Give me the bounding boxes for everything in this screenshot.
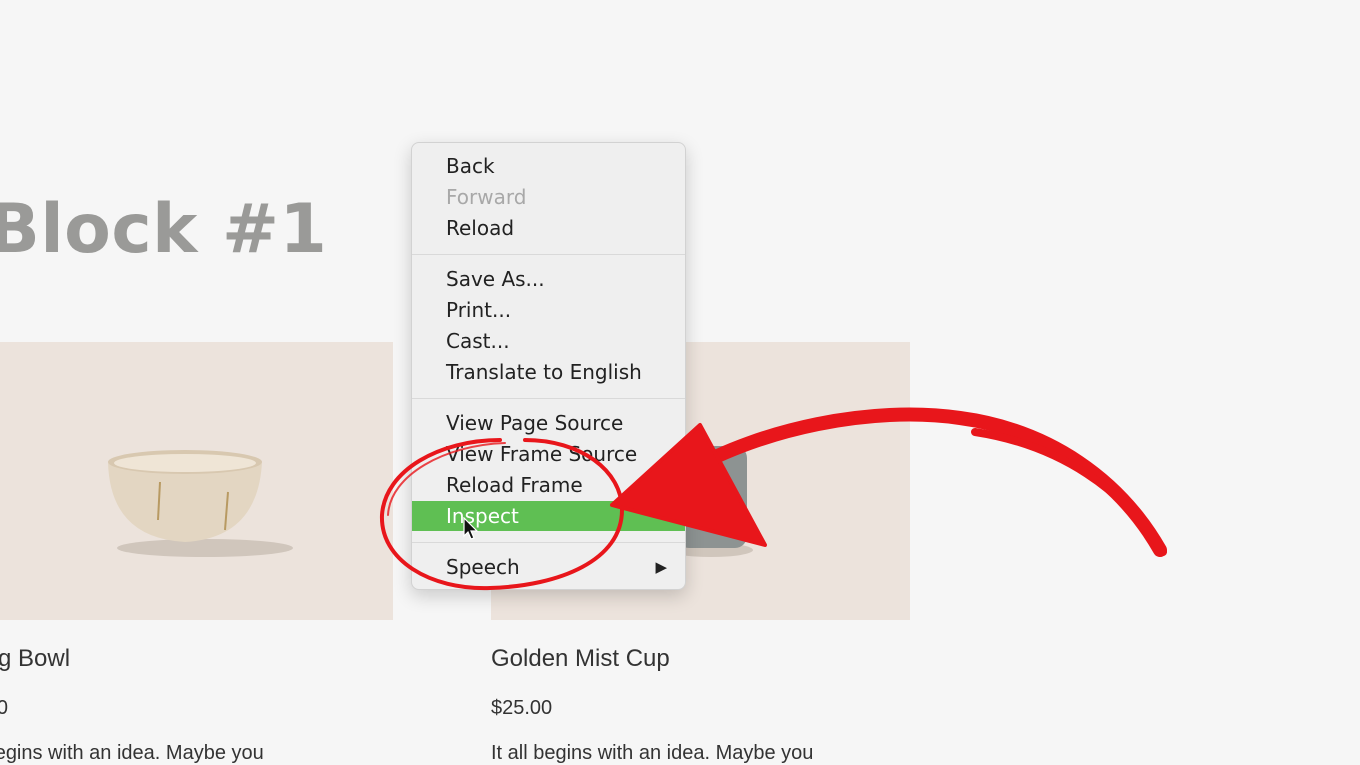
menu-item-print[interactable]: Print... [412, 295, 685, 325]
menu-item-translate[interactable]: Translate to English [412, 357, 685, 387]
menu-item-save-as[interactable]: Save As... [412, 264, 685, 294]
context-menu: Back Forward Reload Save As... Print... … [411, 142, 686, 590]
product-title-cup[interactable]: Golden Mist Cup [491, 645, 670, 673]
product-price-cup: $25.00 [491, 697, 553, 719]
bowl-image [108, 450, 293, 557]
product-description-cup: It all begins with an idea. Maybe you [491, 742, 814, 764]
menu-item-speech-label: Speech [446, 555, 520, 579]
product-image-bowl[interactable] [0, 342, 393, 620]
menu-item-inspect[interactable]: Inspect [412, 501, 685, 531]
page-heading: Block #1 [0, 190, 328, 269]
triangle-right-icon: ▶ [655, 558, 667, 576]
menu-item-cast[interactable]: Cast... [412, 326, 685, 356]
menu-item-view-page-source[interactable]: View Page Source [412, 408, 685, 438]
product-price-bowl: 25.00 [0, 697, 9, 719]
menu-item-reload[interactable]: Reload [412, 213, 685, 243]
menu-separator [412, 398, 685, 399]
menu-item-view-frame-source[interactable]: View Frame Source [412, 439, 685, 469]
menu-item-speech[interactable]: Speech ▶ [412, 552, 685, 582]
product-title-bowl[interactable]: oring Bowl [0, 645, 70, 673]
menu-separator [412, 542, 685, 543]
menu-item-forward: Forward [446, 185, 527, 209]
menu-separator [412, 254, 685, 255]
menu-item-back[interactable]: Back [412, 151, 685, 181]
menu-item-reload-frame[interactable]: Reload Frame [412, 470, 685, 500]
product-description-bowl: all begins with an idea. Maybe you [0, 742, 264, 764]
